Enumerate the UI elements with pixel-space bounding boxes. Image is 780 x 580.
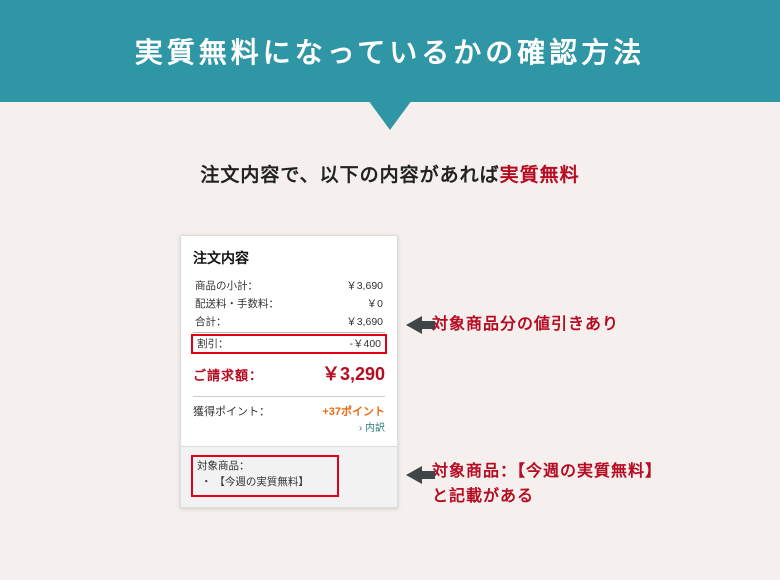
header-banner: 実質無料になっているかの確認方法 xyxy=(0,0,780,102)
target-product-box: 対象商品： 【今週の実質無料】 xyxy=(181,446,397,507)
points-block: 獲得ポイント： +37ポイント 内訳 xyxy=(193,396,385,434)
bill-label: ご請求額： xyxy=(193,365,263,384)
row-label: 割引： xyxy=(197,336,229,353)
row-value: ￥0 xyxy=(367,296,383,314)
row-subtotal: 商品の小計： ￥3,690 xyxy=(193,278,385,296)
callout-text: 対象商品：【今週の実質無料】 と記載がある xyxy=(432,460,662,510)
row-value: ￥3,690 xyxy=(346,278,383,296)
banner-title: 実質無料になっているかの確認方法 xyxy=(135,31,646,71)
target-label: 対象商品： xyxy=(197,460,250,472)
order-summary-card: 注文内容 商品の小計： ￥3,690 配送料・手数料： ￥0 合計： ￥3,69… xyxy=(180,235,398,508)
points-row: 獲得ポイント： +37ポイント xyxy=(193,403,385,419)
tagline: 注文内容で、以下の内容があれば実質無料 xyxy=(0,160,780,187)
bill-value: ￥3,290 xyxy=(322,360,385,386)
callout-target: 対象商品：【今週の実質無料】 と記載がある xyxy=(406,460,662,510)
target-highlight: 対象商品： 【今週の実質無料】 xyxy=(191,455,339,497)
callout-discount: 対象商品分の値引きあり xyxy=(406,313,619,338)
tagline-emphasis: 実質無料 xyxy=(500,165,580,186)
row-value: -￥400 xyxy=(349,336,381,353)
points-label: 獲得ポイント： xyxy=(193,403,270,419)
order-heading: 注文内容 xyxy=(193,248,385,268)
row-label: 商品の小計： xyxy=(195,278,258,296)
order-rows: 商品の小計： ￥3,690 配送料・手数料： ￥0 合計： ￥3,690 割引：… xyxy=(193,278,385,354)
points-detail-link[interactable]: 内訳 xyxy=(359,423,385,434)
row-value: ￥3,690 xyxy=(346,314,383,332)
callout-text: 対象商品分の値引きあり xyxy=(432,313,619,338)
bill-row: ご請求額： ￥3,290 xyxy=(193,360,385,386)
row-total: 合計： ￥3,690 xyxy=(193,314,385,333)
callout-line1: 対象商品：【今週の実質無料】 xyxy=(432,463,662,480)
points-value: +37ポイント xyxy=(322,403,385,419)
target-item: 【今週の実質無料】 xyxy=(201,475,309,491)
tagline-prefix: 注文内容で、以下の内容があれば xyxy=(200,165,499,186)
arrow-left-icon xyxy=(406,316,422,334)
row-label: 配送料・手数料： xyxy=(195,296,279,314)
row-shipping: 配送料・手数料： ￥0 xyxy=(193,296,385,314)
row-label: 合計： xyxy=(195,314,227,332)
illustration-stage: 注文内容 商品の小計： ￥3,690 配送料・手数料： ￥0 合計： ￥3,69… xyxy=(0,235,780,575)
row-discount-highlight: 割引： -￥400 xyxy=(191,334,387,355)
arrow-left-icon xyxy=(406,466,422,484)
callout-line2: と記載がある xyxy=(432,488,534,505)
